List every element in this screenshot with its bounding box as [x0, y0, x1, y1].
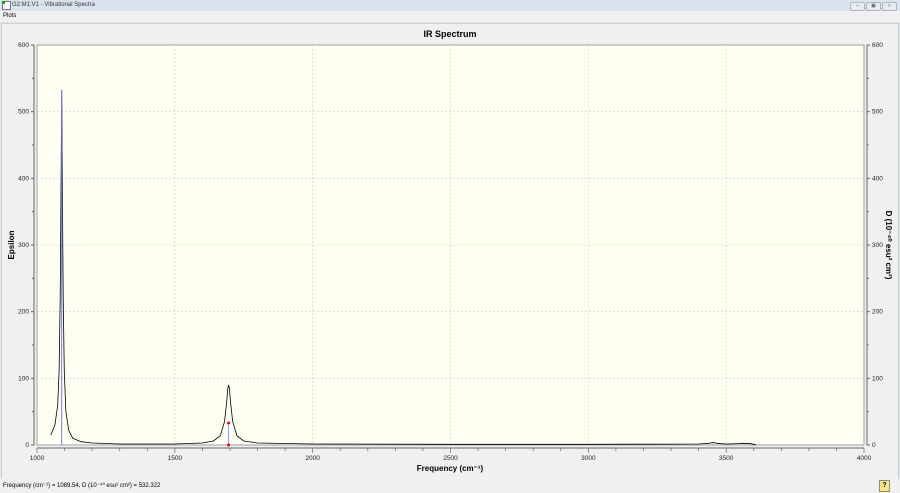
x-tick-label: 1000: [30, 455, 45, 462]
restore-button[interactable]: ▣: [866, 2, 881, 11]
app-icon: [2, 1, 11, 10]
y2-tick-label: 200: [872, 309, 883, 316]
status-text: Frequency (cm⁻¹) = 1089.54, D (10⁻⁴⁰ esu…: [3, 483, 161, 489]
menu-plots[interactable]: Plots: [3, 13, 16, 19]
y2-tick-label: 0: [872, 442, 876, 449]
y2-tick-label: 600: [872, 42, 883, 49]
window-title: G2:M1:V1 - Vibrational Spectra: [12, 2, 95, 8]
x-tick-label: 3000: [581, 455, 596, 462]
plot-panel: 1000 1500 2000 2500 3000 3500 4000 0 100 200 300 40…: [1, 23, 899, 480]
stick-marker: [227, 421, 231, 425]
y-tick-label: 200: [18, 309, 29, 316]
x-axis-label: Frequency (cm⁻¹): [417, 464, 484, 473]
y-tick-label: 600: [18, 42, 29, 49]
ir-spectrum-chart[interactable]: 1000 1500 2000 2500 3000 3500 4000010020030040…: [2, 24, 898, 479]
x-tick-label: 1500: [168, 455, 183, 462]
menu-bar: Plots: [0, 11, 900, 22]
y-axis-label: Epsilon: [7, 230, 16, 259]
y-tick-label: 500: [18, 109, 29, 116]
chart-title: IR Spectrum: [423, 29, 476, 39]
x-tick-label: 2000: [305, 455, 320, 462]
minimize-button[interactable]: –: [850, 2, 865, 11]
x-tick-label: 3500: [719, 455, 734, 462]
y-tick-label: 100: [18, 375, 29, 382]
x-tick-label: 4000: [857, 455, 872, 462]
y-tick-label: 400: [18, 175, 29, 182]
maximize-button[interactable]: □: [882, 2, 897, 11]
y2-axis-label: D (10⁻⁴⁰ esu² cm²): [884, 211, 893, 280]
title-bar: G2:M1:V1 - Vibrational Spectra – ▣ □: [0, 0, 900, 11]
y2-tick-label: 100: [872, 375, 883, 382]
y-tick-label: 300: [18, 242, 29, 249]
y-tick-label: 0: [25, 442, 29, 449]
y2-tick-label: 400: [872, 175, 883, 182]
status-bar: Frequency (cm⁻¹) = 1089.54, D (10⁻⁴⁰ esu…: [0, 479, 900, 493]
help-icon[interactable]: ?: [879, 480, 890, 492]
stick-marker: [227, 443, 231, 447]
y2-tick-label: 500: [872, 109, 883, 116]
x-tick-label: 2500: [443, 455, 458, 462]
y2-tick-label: 300: [872, 242, 883, 249]
